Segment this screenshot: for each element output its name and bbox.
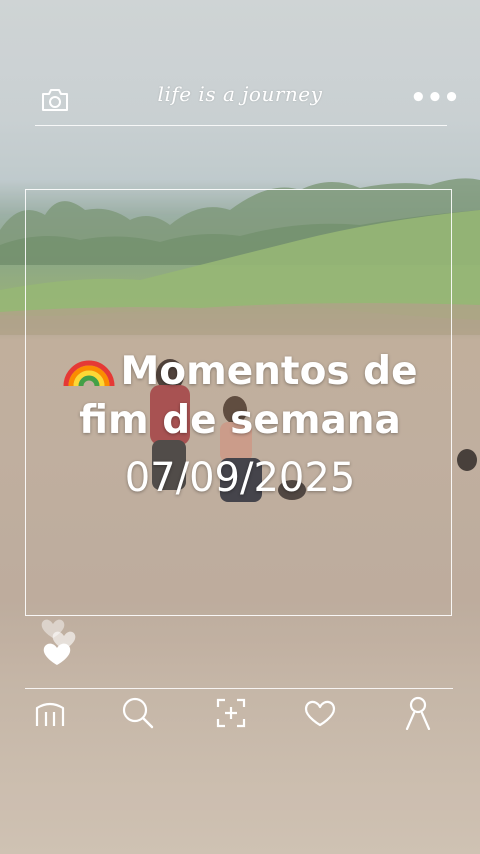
rainbow-icon [62, 338, 116, 390]
nav-profile-button[interactable] [398, 695, 438, 735]
home-icon [34, 698, 66, 732]
more-dots-icon: ••• [410, 83, 460, 113]
caption-line-2: fim de semana [79, 398, 401, 443]
caption-date: 07/09/2025 [124, 455, 356, 501]
nav-likes-button[interactable] [300, 695, 340, 735]
top-divider [35, 125, 447, 126]
top-bar: life is a journey ••• [0, 0, 480, 128]
more-options-button[interactable]: ••• [410, 85, 460, 114]
caption-text-1: Momentos de [120, 349, 418, 394]
brand-title: life is a journey [157, 82, 323, 106]
add-photo-icon [215, 697, 247, 733]
caption-line-1: Momentos de [0, 338, 480, 394]
heart-icon [303, 698, 337, 732]
story-screen: life is a journey ••• Momentos de fim de… [0, 0, 480, 854]
like-button[interactable] [38, 610, 82, 670]
search-icon [121, 696, 155, 734]
nav-search-button[interactable] [118, 695, 158, 735]
nav-home-button[interactable] [30, 695, 70, 735]
profile-icon [403, 696, 433, 734]
nav-add-button[interactable] [211, 695, 251, 735]
heart-outline-icon [38, 619, 82, 674]
bottom-nav [0, 695, 480, 737]
bottom-divider [25, 688, 453, 689]
